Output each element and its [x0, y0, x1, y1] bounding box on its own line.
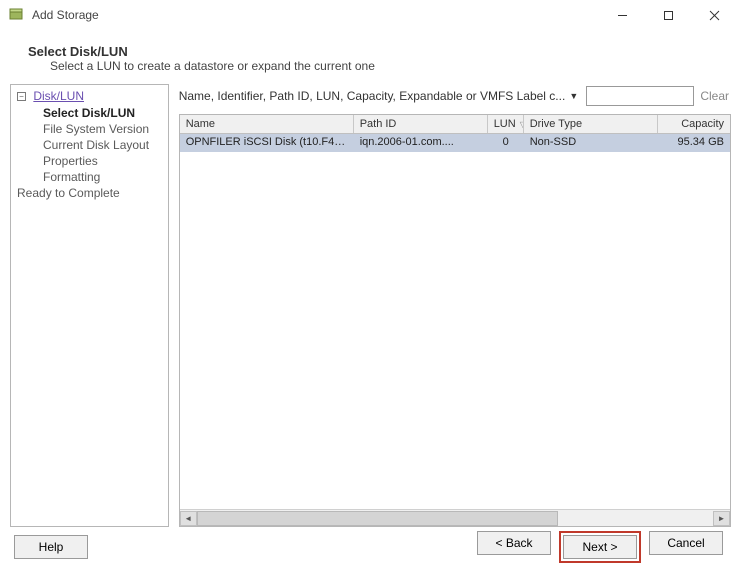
minimize-button[interactable]: [599, 0, 645, 30]
cell-drive: Non-SSD: [524, 134, 658, 152]
wizard-header: Select Disk/LUN Select a LUN to create a…: [0, 30, 737, 79]
wizard-body: − Disk/LUN Select Disk/LUN File System V…: [0, 79, 737, 527]
cell-path: iqn.2006-01.com....: [354, 134, 488, 152]
col-header-capacity-label: Capacity: [681, 118, 724, 130]
nav-item-select-disk[interactable]: Select Disk/LUN: [31, 105, 162, 121]
cell-capacity: 95.34 GB: [658, 134, 730, 152]
wizard-footer: Help < Back Next > Cancel: [0, 527, 737, 567]
table-header-row: Name Path ID LUN▽ Drive Type Capacity: [180, 115, 730, 134]
content-panel: Name, Identifier, Path ID, LUN, Capacity…: [169, 84, 737, 527]
page-subtitle: Select a LUN to create a datastore or ex…: [28, 59, 723, 73]
back-button[interactable]: < Back: [477, 531, 551, 555]
next-button[interactable]: Next >: [563, 535, 637, 559]
col-header-path[interactable]: Path ID: [354, 115, 488, 133]
nav-item-layout[interactable]: Current Disk Layout: [31, 137, 162, 153]
table-body: OPNFILER iSCSI Disk (t10.F405E464... iqn…: [180, 134, 730, 509]
close-button[interactable]: [691, 0, 737, 30]
col-header-lun[interactable]: LUN▽: [488, 115, 524, 133]
col-header-drive-label: Drive Type: [530, 118, 582, 130]
filter-row: Name, Identifier, Path ID, LUN, Capacity…: [179, 84, 731, 108]
footer-button-group: < Back Next > Cancel: [477, 531, 723, 563]
filter-dropdown-icon[interactable]: ▼: [569, 91, 579, 101]
collapse-icon[interactable]: −: [17, 92, 26, 101]
app-icon: [8, 7, 24, 23]
help-button[interactable]: Help: [14, 535, 88, 559]
cell-name: OPNFILER iSCSI Disk (t10.F405E464...: [180, 134, 354, 152]
col-header-path-label: Path ID: [360, 118, 397, 130]
col-header-name[interactable]: Name: [180, 115, 354, 133]
scroll-right-icon[interactable]: ►: [713, 511, 730, 526]
col-header-drive[interactable]: Drive Type: [524, 115, 658, 133]
search-input[interactable]: [586, 86, 694, 106]
titlebar: Add Storage: [0, 0, 737, 30]
nav-item-formatting[interactable]: Formatting: [31, 169, 162, 185]
scroll-left-icon[interactable]: ◄: [180, 511, 197, 526]
horizontal-scrollbar: ◄ ►: [180, 509, 730, 526]
window-title: Add Storage: [32, 8, 99, 22]
col-header-capacity[interactable]: Capacity: [658, 115, 730, 133]
nav-item-properties[interactable]: Properties: [31, 153, 162, 169]
nav-item-filesystem[interactable]: File System Version: [31, 121, 162, 137]
table-row[interactable]: OPNFILER iSCSI Disk (t10.F405E464... iqn…: [180, 134, 730, 152]
col-header-lun-label: LUN: [494, 118, 516, 130]
nav-item-ready[interactable]: Ready to Complete: [17, 185, 162, 201]
page-title: Select Disk/LUN: [28, 44, 723, 59]
next-button-highlight: Next >: [559, 531, 641, 563]
scroll-thumb[interactable]: [197, 511, 558, 526]
wizard-nav: − Disk/LUN Select Disk/LUN File System V…: [10, 84, 169, 527]
lun-table: Name Path ID LUN▽ Drive Type Capacity OP…: [179, 114, 731, 527]
maximize-button[interactable]: [645, 0, 691, 30]
filter-label: Name, Identifier, Path ID, LUN, Capacity…: [179, 89, 566, 103]
nav-root-link[interactable]: Disk/LUN: [33, 89, 84, 103]
cancel-button[interactable]: Cancel: [649, 531, 723, 555]
clear-filter-link[interactable]: Clear: [698, 89, 731, 103]
col-header-name-label: Name: [186, 118, 215, 130]
cell-lun: 0: [488, 134, 524, 152]
window-controls: [599, 0, 737, 30]
nav-list: Select Disk/LUN File System Version Curr…: [31, 105, 162, 185]
nav-root-row: − Disk/LUN: [17, 89, 162, 103]
scroll-track[interactable]: [197, 511, 713, 526]
